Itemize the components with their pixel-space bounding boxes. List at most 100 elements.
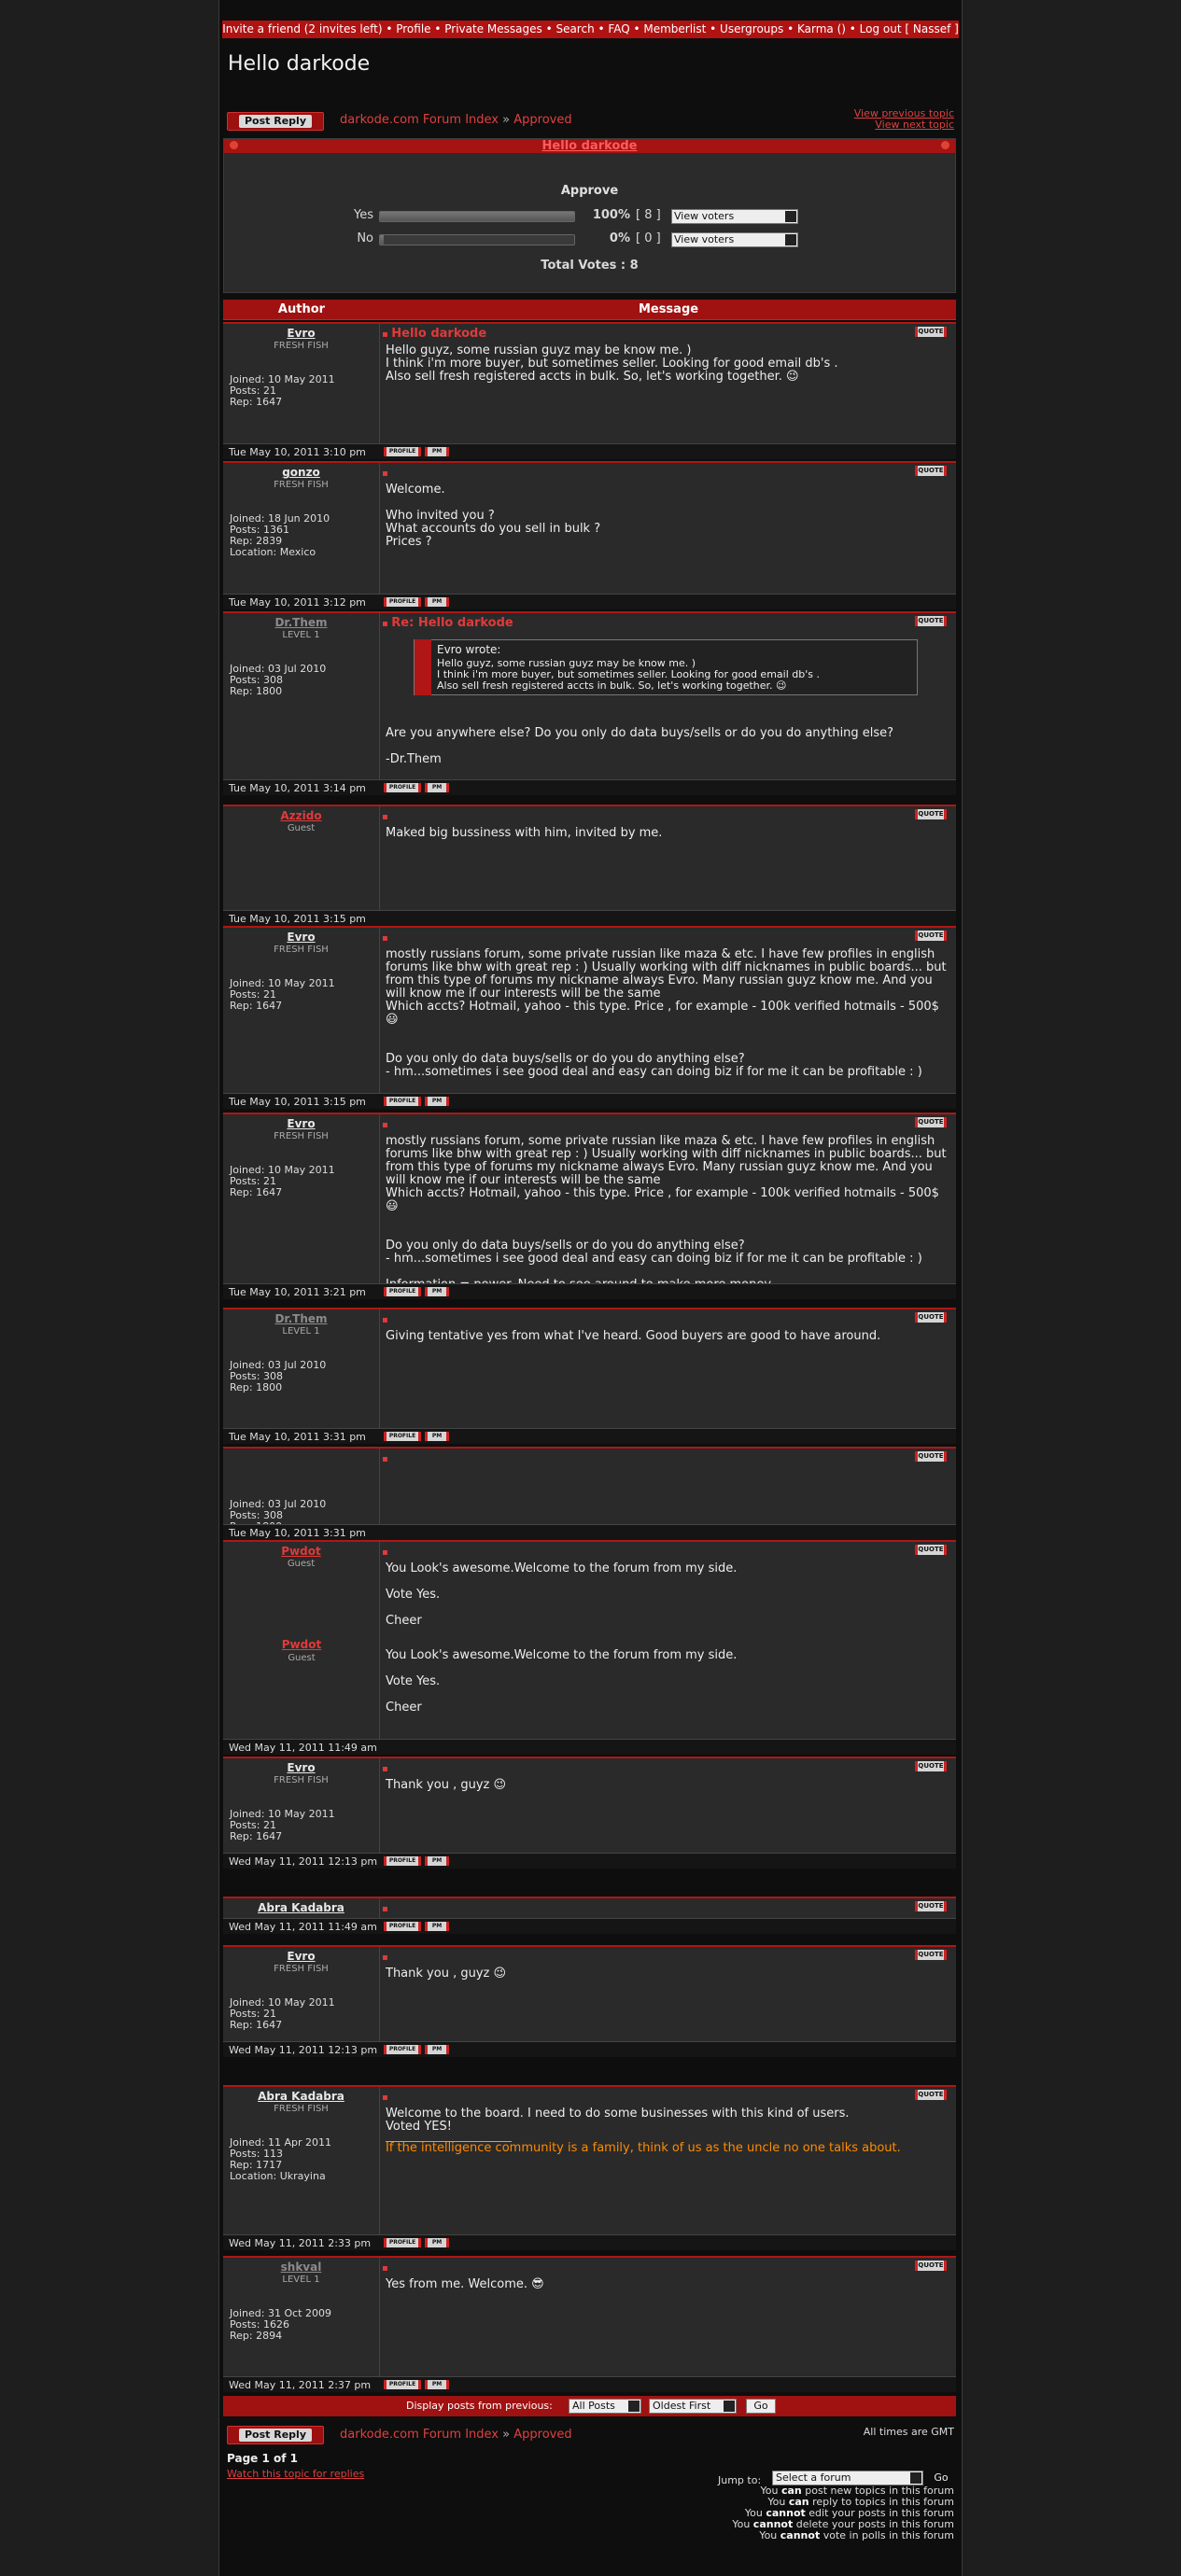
post-author-name[interactable]: Evro [223,931,379,944]
quote-button[interactable]: QUOTE [915,809,947,819]
quote-button[interactable]: QUOTE [915,1117,947,1127]
post-body: You Look's awesome.Welcome to the forum … [386,1561,738,1628]
poll-option-label: Yes [354,208,373,222]
quote-button[interactable]: QUOTE [915,327,947,337]
quote-button[interactable]: QUOTE [915,2090,947,2100]
quote-button[interactable]: QUOTE [915,616,947,626]
profile-button[interactable]: PROFILE [384,1097,421,1106]
post-date: Wed May 11, 2011 2:33 pm [229,2237,372,2249]
post-marker-icon [382,1950,388,1964]
post-body: You Look's awesome.Welcome to the forum … [386,1648,738,1715]
post-author-name[interactable]: Abra Kadabra [223,1901,379,1914]
top-nav[interactable]: Invite a friend (2 invites left) • Profi… [222,21,959,38]
breadcrumb-forum-link[interactable]: darkode.com Forum Index [340,113,499,127]
profile-button[interactable]: PROFILE [384,447,421,456]
quote-button[interactable]: QUOTE [915,931,947,941]
quote-author: Evro wrote: [437,643,501,656]
post-author-name[interactable]: Pwdot [223,1545,379,1558]
post-author-rank: FRESH FISH [274,480,329,490]
post-reply-button-bottom[interactable]: Post Reply [227,2426,324,2444]
post-footer: Tue May 10, 2011 3:31 pm PROFILE PM [223,1428,956,1444]
post-message: Yes from me. Welcome. 😎 [386,2278,947,2291]
pm-button[interactable]: PM [425,1432,449,1441]
quote-button[interactable]: QUOTE [915,2261,947,2271]
post-date: Wed May 11, 2011 12:13 pm [229,2044,378,2056]
poll-box: Hello darkode Approve Yes 100% [ 8 ] Vie… [223,138,956,293]
quote-button[interactable]: QUOTE [915,1451,947,1462]
view-voters-select[interactable]: View voters [671,209,798,224]
post-author-cell: Evro FRESH FISH Joined: 10 May 2011 Posts:… [223,1114,380,1299]
post-author-name[interactable]: Evro [223,1761,379,1774]
post-marker-icon [382,2261,388,2275]
post-author-name[interactable]: Azzido [223,809,379,822]
post-author-name[interactable]: Evro [223,1117,379,1130]
jump-forum-select[interactable]: Select a forum [772,2471,923,2485]
quote-button[interactable]: QUOTE [915,1901,947,1911]
pm-button[interactable]: PM [425,1856,449,1866]
watch-topic-link[interactable]: Watch this topic for replies [227,2468,364,2480]
display-label: Display posts from previous: [406,2400,553,2412]
post-marker-icon [382,2090,388,2104]
display-posts-select[interactable]: All Posts [569,2399,641,2414]
profile-button[interactable]: PROFILE [384,1287,421,1296]
pm-button[interactable]: PM [425,2380,449,2389]
quote-button[interactable]: QUOTE [915,1761,947,1771]
profile-button[interactable]: PROFILE [384,1922,421,1931]
post-marker-icon [382,1312,388,1326]
post-author-rank: Guest [287,1559,316,1569]
post-subject[interactable]: Hello darkode [382,327,486,341]
poll-header-title[interactable]: Hello darkode [542,139,638,153]
post: gonzo FRESH FISH Joined: 18 Jun 2010 Posts… [223,461,956,609]
post-message: Maked big bussiness with him, invited by… [386,827,947,840]
post-author-name[interactable]: Dr.Them [223,1312,379,1325]
profile-button[interactable]: PROFILE [384,2238,421,2247]
profile-button[interactable]: PROFILE [384,597,421,607]
post-date: Wed May 11, 2011 11:49 am [229,1742,377,1754]
post-author-name[interactable]: shkval [223,2261,379,2274]
pm-button[interactable]: PM [425,447,449,456]
post-author-cell: Dr.Them LEVEL 1 Joined: 03 Jul 2010 Posts:… [223,1309,380,1444]
pm-button[interactable]: PM [425,597,449,607]
post-body: Welcome. Who invited you ? What accounts… [386,483,601,549]
profile-button[interactable]: PROFILE [384,783,421,792]
post-signature: If the intelligence community is a famil… [386,2141,901,2155]
sort-order-select[interactable]: Oldest First [649,2399,737,2414]
post-date: Tue May 10, 2011 3:10 pm [229,446,366,458]
jump-go-button[interactable]: Go [929,2471,953,2485]
breadcrumb-sub-link[interactable]: Approved [513,113,571,127]
quote-button[interactable]: QUOTE [915,1545,947,1555]
pm-button[interactable]: PM [425,1097,449,1106]
display-go-button[interactable]: Go [746,2399,776,2414]
profile-button[interactable]: PROFILE [384,2045,421,2054]
breadcrumb-sub-link[interactable]: Approved [513,2428,571,2442]
pm-button[interactable]: PM [425,2238,449,2247]
view-next-topic-link[interactable]: View next topic [854,119,954,131]
post-author-name[interactable]: gonzo [223,466,379,479]
post-subject[interactable]: Re: Hello darkode [382,616,513,630]
pm-button[interactable]: PM [425,2045,449,2054]
profile-button[interactable]: PROFILE [384,2380,421,2389]
view-topic-links: View previous topic View next topic [854,108,954,131]
post-author-name[interactable]: Evro [223,1950,379,1963]
post-author-stats: Joined: 03 Jul 2010 Posts: 308 Rep: 1800 [230,1359,327,1393]
quote-button[interactable]: QUOTE [915,466,947,476]
post-date: Wed May 11, 2011 12:13 pm [229,1855,378,1868]
post-author-name[interactable]: Evro [223,327,379,340]
quote-button[interactable]: QUOTE [915,1312,947,1323]
post-author-name[interactable]: Dr.Them [223,616,379,629]
post-author-stats: Joined: 03 Jul 2010 Posts: 308 Rep: 1800 [230,663,327,697]
view-voters-select[interactable]: View voters [671,232,798,247]
post-author-name[interactable]: Pwdot [223,1638,380,1651]
quote-button[interactable]: QUOTE [915,1950,947,1960]
profile-button[interactable]: PROFILE [384,1432,421,1441]
profile-button[interactable]: PROFILE [384,1856,421,1866]
post-author-name[interactable]: Abra Kadabra [223,2090,379,2103]
breadcrumb-forum-link[interactable]: darkode.com Forum Index [340,2428,499,2442]
pm-button[interactable]: PM [425,1922,449,1931]
post-reply-button-top[interactable]: Post Reply [227,112,324,131]
post-footer: Wed May 11, 2011 12:13 pm PROFILE PM [223,1853,956,1869]
pm-button[interactable]: PM [425,783,449,792]
pm-button[interactable]: PM [425,1287,449,1296]
poll-row-no: No 0% [ 0 ] View voters [224,231,955,250]
permission-prefix: You [759,2529,780,2541]
